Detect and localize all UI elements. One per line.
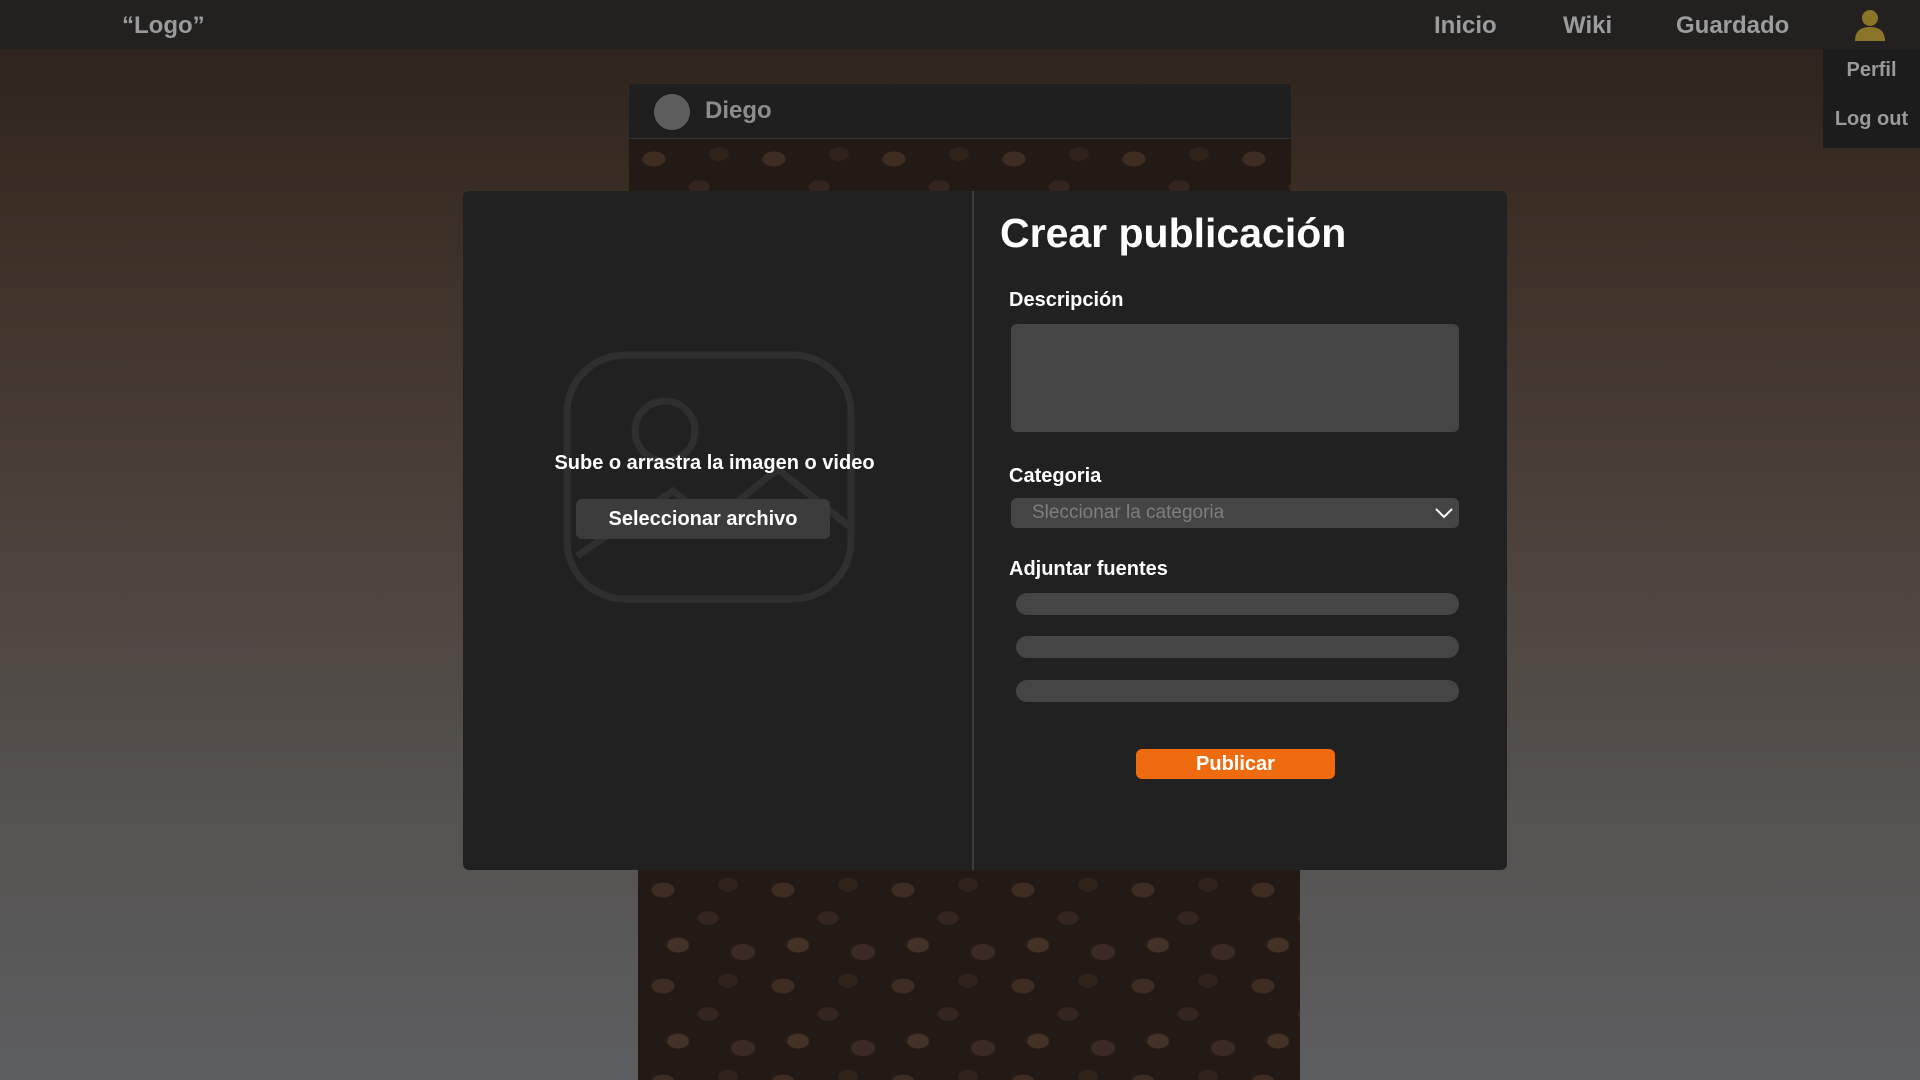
select-file-button[interactable]: Seleccionar archivo: [576, 499, 830, 539]
source-input-2[interactable]: [1016, 636, 1459, 658]
nav-link-guardado[interactable]: Guardado: [1676, 12, 1789, 40]
sources-label: Adjuntar fuentes: [1009, 558, 1168, 580]
category-select[interactable]: Sleccionar la categoria: [1011, 498, 1459, 528]
source-input-3[interactable]: [1016, 680, 1459, 702]
post-username[interactable]: Diego: [705, 97, 772, 125]
post-image-top: [629, 139, 1291, 191]
post-image-bottom: [638, 870, 1300, 1080]
form-title: Crear publicación: [1000, 210, 1347, 256]
post-header: Diego: [629, 84, 1291, 139]
logo[interactable]: “Logo”: [122, 12, 205, 40]
description-textarea[interactable]: [1011, 324, 1459, 432]
upload-instructions: Sube o arrastra la imagen o video: [554, 452, 875, 474]
menu-item-logout[interactable]: Log out: [1823, 108, 1920, 131]
top-navbar: “Logo” Inicio Wiki Guardado: [0, 0, 1920, 49]
category-placeholder: Sleccionar la categoria: [1032, 502, 1225, 523]
modal-divider: [972, 191, 974, 870]
nav-link-wiki[interactable]: Wiki: [1563, 12, 1612, 40]
upload-dropzone[interactable]: Sube o arrastra la imagen o video Selecc…: [463, 191, 972, 870]
source-input-1[interactable]: [1016, 593, 1459, 615]
create-post-modal: Sube o arrastra la imagen o video Selecc…: [463, 191, 1507, 870]
user-dropdown-menu: Perfil Log out: [1823, 49, 1920, 148]
publish-button[interactable]: Publicar: [1136, 749, 1335, 779]
menu-item-perfil[interactable]: Perfil: [1823, 59, 1920, 82]
user-icon[interactable]: [1854, 8, 1886, 42]
category-label: Categoria: [1009, 465, 1102, 487]
image-placeholder-icon: [563, 351, 855, 603]
avatar[interactable]: [654, 94, 690, 130]
description-label: Descripción: [1009, 289, 1124, 311]
nav-link-inicio[interactable]: Inicio: [1434, 12, 1497, 40]
chevron-down-icon: [1435, 508, 1453, 519]
